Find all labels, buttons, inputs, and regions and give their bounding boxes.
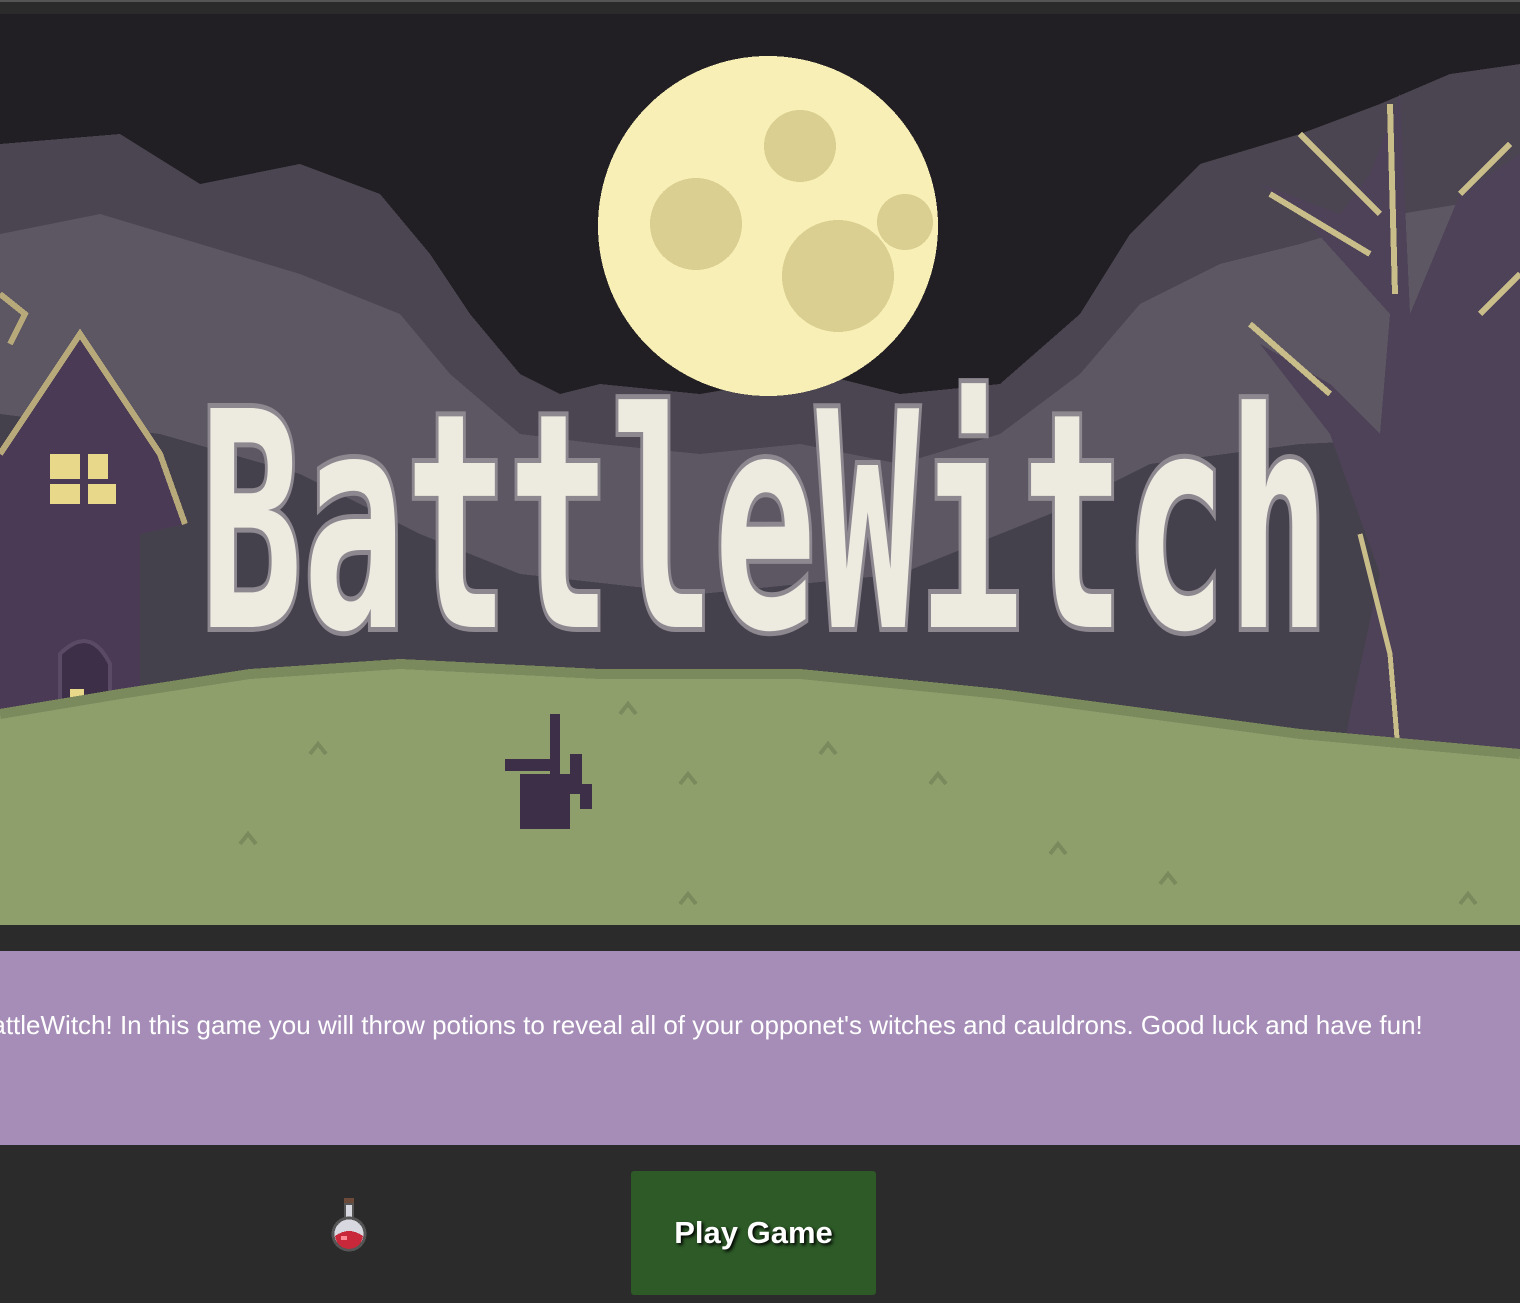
potion-icon (326, 1196, 372, 1260)
intro-panel: Welcome to BattleWitch! In this game you… (0, 951, 1520, 1145)
play-game-button[interactable]: Play Game (631, 1171, 876, 1295)
game-logo: BattleWitch (200, 349, 1330, 698)
moon (598, 56, 938, 396)
title-banner: BattleWitch (0, 14, 1520, 925)
section-gap (0, 925, 1520, 951)
intro-text: Welcome to BattleWitch! In this game you… (0, 1010, 1423, 1040)
banner-art: BattleWitch (0, 14, 1520, 925)
